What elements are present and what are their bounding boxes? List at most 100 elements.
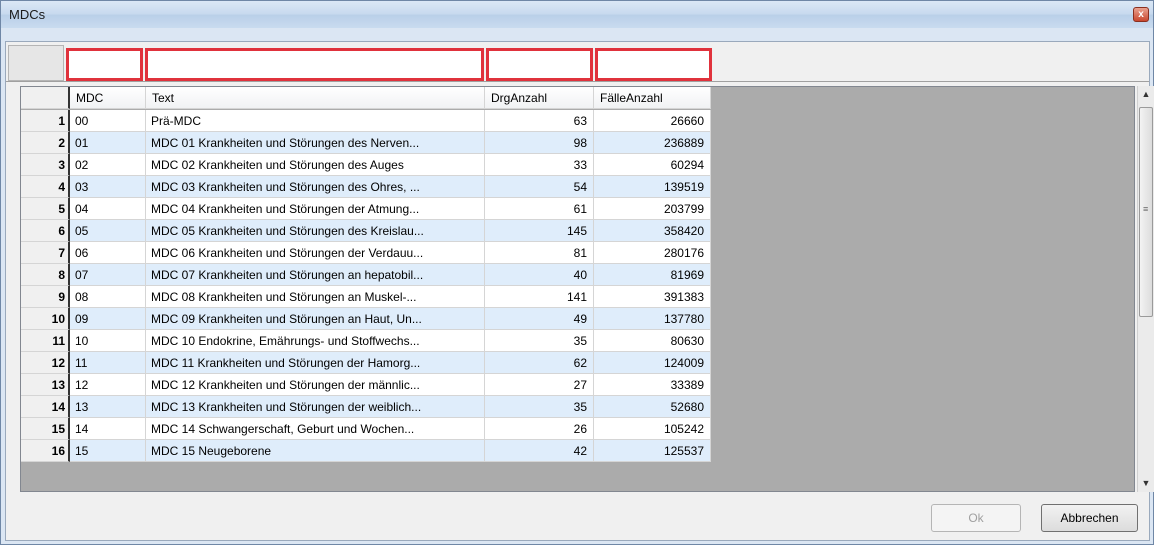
table-row[interactable]: 7 06 MDC 06 Krankheiten und Störungen der … [21, 242, 711, 264]
table-row[interactable]: 10 09 MDC 09 Krankheiten und Störungen an … [21, 308, 711, 330]
cell-mdc[interactable]: 10 [70, 330, 146, 352]
cell-drganzahl[interactable]: 98 [485, 132, 594, 154]
cell-drganzahl[interactable]: 40 [485, 264, 594, 286]
text-filter-input[interactable] [145, 48, 484, 81]
cell-drganzahl[interactable]: 62 [485, 352, 594, 374]
cell-faelleanzahl[interactable]: 236889 [594, 132, 711, 154]
cell-drganzahl[interactable]: 27 [485, 374, 594, 396]
cell-mdc[interactable]: 03 [70, 176, 146, 198]
table-row[interactable]: 15 14 MDC 14 Schwangerschaft, Geburt und W… [21, 418, 711, 440]
row-number[interactable]: 9 [21, 286, 70, 308]
cell-mdc[interactable]: 15 [70, 440, 146, 462]
cell-text[interactable]: MDC 01 Krankheiten und Störungen des Ner… [146, 132, 485, 154]
cell-mdc[interactable]: 02 [70, 154, 146, 176]
cell-text[interactable]: MDC 08 Krankheiten und Störungen an Musk… [146, 286, 485, 308]
close-button[interactable]: x [1133, 7, 1149, 22]
row-number[interactable]: 2 [21, 132, 70, 154]
column-header-text[interactable]: Text [146, 87, 485, 109]
row-number[interactable]: 11 [21, 330, 70, 352]
table-row[interactable]: 14 13 MDC 13 Krankheiten und Störungen der… [21, 396, 711, 418]
cell-drganzahl[interactable]: 54 [485, 176, 594, 198]
cell-text[interactable]: MDC 09 Krankheiten und Störungen an Haut… [146, 308, 485, 330]
drganzahl-filter-input[interactable] [486, 48, 593, 81]
cell-text[interactable]: MDC 05 Krankheiten und Störungen des Kre… [146, 220, 485, 242]
cell-faelleanzahl[interactable]: 81969 [594, 264, 711, 286]
cell-text[interactable]: MDC 03 Krankheiten und Störungen des Ohr… [146, 176, 485, 198]
vertical-scrollbar[interactable]: ▲ ≡ ▼ [1137, 86, 1154, 492]
row-number[interactable]: 3 [21, 154, 70, 176]
row-number[interactable]: 12 [21, 352, 70, 374]
column-header-drganzahl[interactable]: DrgAnzahl [485, 87, 594, 109]
row-number[interactable]: 6 [21, 220, 70, 242]
cell-drganzahl[interactable]: 63 [485, 110, 594, 132]
table-row[interactable]: 5 04 MDC 04 Krankheiten und Störungen der … [21, 198, 711, 220]
cell-faelleanzahl[interactable]: 125537 [594, 440, 711, 462]
cell-faelleanzahl[interactable]: 105242 [594, 418, 711, 440]
cell-drganzahl[interactable]: 141 [485, 286, 594, 308]
cell-faelleanzahl[interactable]: 33389 [594, 374, 711, 396]
cell-faelleanzahl[interactable]: 26660 [594, 110, 711, 132]
cell-mdc[interactable]: 04 [70, 198, 146, 220]
cell-text[interactable]: MDC 11 Krankheiten und Störungen der Ham… [146, 352, 485, 374]
cell-text[interactable]: MDC 06 Krankheiten und Störungen der Ver… [146, 242, 485, 264]
cell-mdc[interactable]: 09 [70, 308, 146, 330]
cell-drganzahl[interactable]: 61 [485, 198, 594, 220]
table-row[interactable]: 12 11 MDC 11 Krankheiten und Störungen der… [21, 352, 711, 374]
table-row[interactable]: 11 10 MDC 10 Endokrine, Emährungs- und Sto… [21, 330, 711, 352]
cell-text[interactable]: MDC 13 Krankheiten und Störungen der wei… [146, 396, 485, 418]
table-row[interactable]: 13 12 MDC 12 Krankheiten und Störungen der… [21, 374, 711, 396]
row-number[interactable]: 8 [21, 264, 70, 286]
cell-faelleanzahl[interactable]: 280176 [594, 242, 711, 264]
cell-text[interactable]: Prä-MDC [146, 110, 485, 132]
table-row[interactable]: 6 05 MDC 05 Krankheiten und Störungen des … [21, 220, 711, 242]
table-row[interactable]: 16 15 MDC 15 Neugeborene 42 125537 [21, 440, 711, 462]
cell-text[interactable]: MDC 10 Endokrine, Emährungs- und Stoffwe… [146, 330, 485, 352]
cell-mdc[interactable]: 12 [70, 374, 146, 396]
cell-drganzahl[interactable]: 33 [485, 154, 594, 176]
cell-faelleanzahl[interactable]: 139519 [594, 176, 711, 198]
cell-drganzahl[interactable]: 145 [485, 220, 594, 242]
ok-button[interactable]: Ok [931, 504, 1021, 532]
cell-text[interactable]: MDC 15 Neugeborene [146, 440, 485, 462]
cell-faelleanzahl[interactable]: 137780 [594, 308, 711, 330]
row-number[interactable]: 15 [21, 418, 70, 440]
cell-drganzahl[interactable]: 49 [485, 308, 594, 330]
cancel-button[interactable]: Abbrechen [1041, 504, 1138, 532]
cell-drganzahl[interactable]: 81 [485, 242, 594, 264]
table-row[interactable]: 1 00 Prä-MDC 63 26660 [21, 110, 711, 132]
cell-mdc[interactable]: 00 [70, 110, 146, 132]
cell-drganzahl[interactable]: 35 [485, 330, 594, 352]
cell-faelleanzahl[interactable]: 124009 [594, 352, 711, 374]
cell-faelleanzahl[interactable]: 60294 [594, 154, 711, 176]
cell-faelleanzahl[interactable]: 203799 [594, 198, 711, 220]
table-row[interactable]: 9 08 MDC 08 Krankheiten und Störungen an M… [21, 286, 711, 308]
cell-text[interactable]: MDC 14 Schwangerschaft, Geburt und Woche… [146, 418, 485, 440]
row-number[interactable]: 4 [21, 176, 70, 198]
table-row[interactable]: 3 02 MDC 02 Krankheiten und Störungen des … [21, 154, 711, 176]
cell-mdc[interactable]: 13 [70, 396, 146, 418]
cell-drganzahl[interactable]: 42 [485, 440, 594, 462]
cell-faelleanzahl[interactable]: 358420 [594, 220, 711, 242]
scroll-up-arrow-icon[interactable]: ▲ [1138, 86, 1154, 103]
row-number[interactable]: 16 [21, 440, 70, 462]
row-number[interactable]: 1 [21, 110, 70, 132]
faelleanzahl-filter-input[interactable] [595, 48, 712, 81]
row-number[interactable]: 5 [21, 198, 70, 220]
row-number[interactable]: 7 [21, 242, 70, 264]
cell-text[interactable]: MDC 07 Krankheiten und Störungen an hepa… [146, 264, 485, 286]
cell-mdc[interactable]: 07 [70, 264, 146, 286]
table-row[interactable]: 8 07 MDC 07 Krankheiten und Störungen an h… [21, 264, 711, 286]
table-row[interactable]: 4 03 MDC 03 Krankheiten und Störungen des … [21, 176, 711, 198]
row-number[interactable]: 13 [21, 374, 70, 396]
cell-mdc[interactable]: 14 [70, 418, 146, 440]
scrollbar-thumb[interactable]: ≡ [1139, 107, 1153, 317]
column-header-faelleanzahl[interactable]: FälleAnzahl [594, 87, 711, 109]
cell-faelleanzahl[interactable]: 52680 [594, 396, 711, 418]
cell-drganzahl[interactable]: 35 [485, 396, 594, 418]
scroll-down-arrow-icon[interactable]: ▼ [1138, 475, 1154, 492]
cell-mdc[interactable]: 06 [70, 242, 146, 264]
cell-text[interactable]: MDC 12 Krankheiten und Störungen der män… [146, 374, 485, 396]
table-row[interactable]: 2 01 MDC 01 Krankheiten und Störungen des … [21, 132, 711, 154]
mdc-filter-input[interactable] [66, 48, 143, 81]
cell-text[interactable]: MDC 04 Krankheiten und Störungen der Atm… [146, 198, 485, 220]
